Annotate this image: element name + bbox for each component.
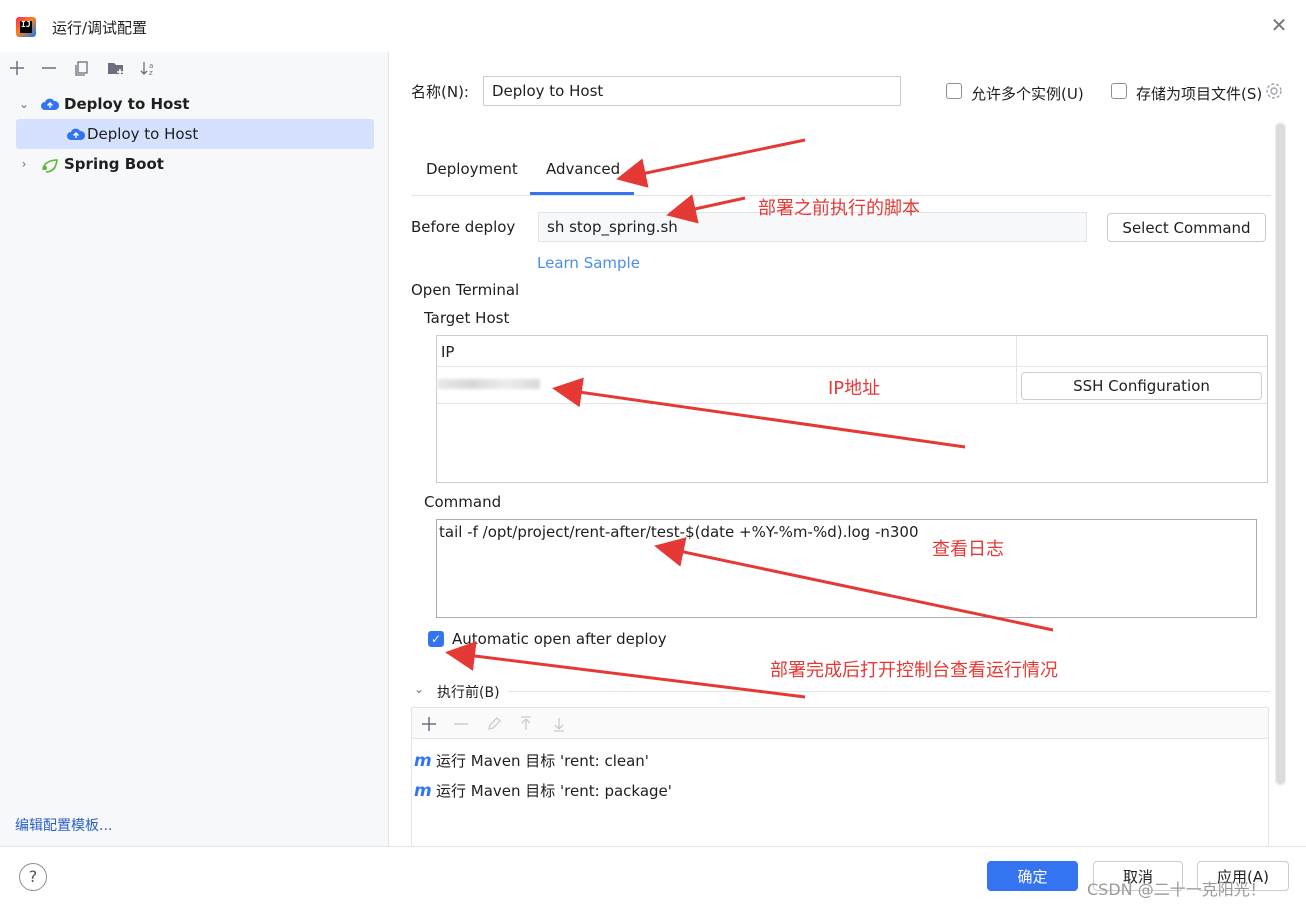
ok-button[interactable]: 确定 [987, 861, 1078, 891]
arrow-to-before-deploy [666, 194, 746, 224]
arrow-to-ip [552, 377, 966, 449]
arrow-to-auto-open [445, 641, 806, 699]
arrow-to-advanced-tab [616, 138, 806, 188]
watermark: CSDN @二十一克阳光！ [1087, 880, 1266, 899]
arrow-to-command [654, 537, 1054, 632]
help-button[interactable]: ? [19, 863, 47, 891]
annotation-arrows [445, 138, 1054, 699]
